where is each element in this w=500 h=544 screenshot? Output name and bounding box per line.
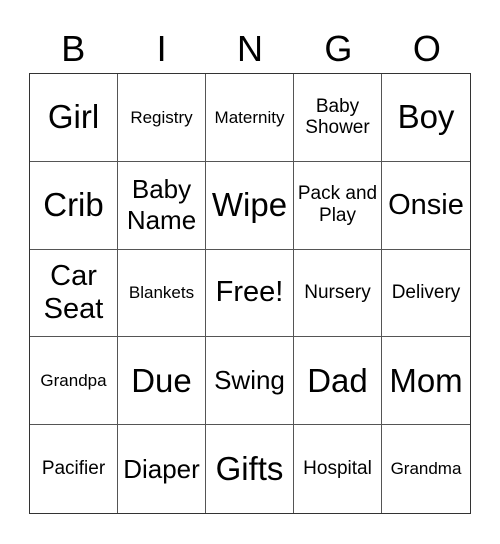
bingo-cell[interactable]: Nursery	[294, 249, 382, 338]
bingo-cell[interactable]: Wipe	[206, 161, 294, 250]
bingo-cell[interactable]: Baby Name	[118, 161, 206, 250]
bingo-cell[interactable]: Gifts	[206, 425, 294, 513]
bingo-cell[interactable]: Crib	[30, 161, 118, 250]
bingo-card-grid: Girl Registry Maternity Baby Shower Boy Crib B…	[29, 73, 471, 514]
bingo-cell[interactable]: Car Seat	[30, 249, 118, 338]
header-letter-b: B	[61, 28, 86, 69]
bingo-cell[interactable]: Mom	[382, 337, 470, 426]
bingo-cell[interactable]: Delivery	[382, 250, 470, 338]
bingo-cell[interactable]: Hospital	[294, 425, 382, 513]
bingo-cell[interactable]: Dad	[294, 337, 382, 426]
bingo-header: B I N G O	[29, 26, 471, 72]
bingo-cell[interactable]: Registry	[118, 74, 206, 162]
bingo-cell[interactable]: Grandma	[382, 425, 470, 513]
bingo-cell[interactable]: Baby Shower	[294, 74, 382, 162]
free-space-cell[interactable]: Free!	[206, 249, 294, 338]
header-letter-n: N	[237, 28, 264, 69]
bingo-cell[interactable]: Diaper	[118, 425, 206, 513]
header-letter-g: G	[324, 28, 353, 69]
bingo-cell[interactable]: Grandpa	[30, 337, 118, 426]
header-letter-i: I	[156, 28, 167, 69]
bingo-cell[interactable]: Maternity	[206, 74, 294, 162]
header-letter-o: O	[412, 28, 441, 69]
bingo-cell[interactable]: Onsie	[382, 162, 470, 250]
bingo-cell[interactable]: Blankets	[118, 249, 206, 338]
bingo-cell[interactable]: Pack and Play	[294, 161, 382, 250]
bingo-cell[interactable]: Swing	[206, 337, 294, 426]
bingo-cell[interactable]: Girl	[30, 74, 118, 162]
bingo-cell[interactable]: Due	[118, 337, 206, 426]
bingo-cell[interactable]: Boy	[382, 74, 470, 162]
bingo-cell[interactable]: Pacifier	[30, 425, 118, 513]
